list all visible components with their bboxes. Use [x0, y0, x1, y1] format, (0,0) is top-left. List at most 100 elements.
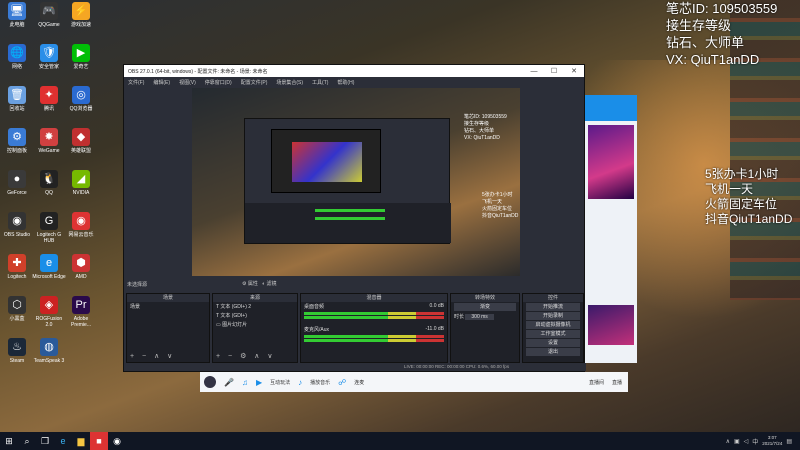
- notification-icon[interactable]: ▤: [786, 438, 792, 445]
- desktop-icon[interactable]: ⬡ 小黑盒: [0, 296, 34, 322]
- livebar-item[interactable]: 直播间: [589, 379, 604, 386]
- livebar-item[interactable]: 直播: [612, 379, 628, 386]
- edge-icon[interactable]: e: [54, 432, 72, 450]
- live-companion-window[interactable]: [585, 95, 637, 363]
- obs-window[interactable]: OBS 27.0.1 (64-bit, windows) - 配置文件: 未命名…: [123, 64, 586, 372]
- scene-item[interactable]: 场景: [127, 302, 209, 311]
- nested-meter: [315, 209, 385, 212]
- desktop-icon-glyph: e: [40, 254, 58, 272]
- tray-chevron-icon[interactable]: ∧: [726, 438, 730, 445]
- properties-button[interactable]: 属性: [248, 281, 258, 287]
- studio-mode-button[interactable]: 工作室模式: [526, 330, 580, 338]
- menu-scene-collection[interactable]: 场景集合(S): [276, 79, 303, 86]
- mic-icon[interactable]: 🎤: [224, 378, 234, 387]
- desktop-icon[interactable]: ◢ NVIDIA: [64, 170, 98, 196]
- desktop-icon[interactable]: ✸ WeGame: [32, 128, 66, 154]
- source-controls[interactable]: + − ⚙ ∧ ∨: [216, 352, 275, 360]
- desktop-icon[interactable]: ◍ TeamSpeak 3: [32, 338, 66, 364]
- source-item[interactable]: T 文本 (GDI+): [213, 311, 297, 320]
- desktop-icon[interactable]: ● GeForce: [0, 170, 34, 196]
- network-icon[interactable]: ▣: [734, 438, 740, 445]
- minimize-icon[interactable]: —: [524, 68, 544, 75]
- play-icon[interactable]: ▶: [256, 378, 262, 387]
- preview-line: 火箭固定车位: [482, 206, 513, 212]
- exit-button[interactable]: 退出: [526, 348, 580, 356]
- desktop-icon[interactable]: Pr Adobe Premie...: [64, 296, 98, 328]
- desktop-icon[interactable]: ▶ 爱奇艺: [64, 44, 98, 70]
- settings-button[interactable]: 设置: [526, 339, 580, 347]
- mixer-dock-title: 混音器: [301, 294, 447, 302]
- maximize-icon[interactable]: ☐: [544, 67, 564, 75]
- desktop-icon[interactable]: ◎ QQ浏览器: [64, 86, 98, 112]
- menu-view[interactable]: 视图(V): [179, 79, 196, 86]
- desktop-icon-glyph: ◆: [72, 128, 90, 146]
- desktop-icon-label: 安全管家: [38, 64, 59, 70]
- close-icon[interactable]: ✕: [564, 67, 584, 75]
- clock-date: 2021/7/24: [762, 441, 783, 446]
- desktop-icon[interactable]: ◉ OBS Studio: [0, 212, 34, 238]
- desktop-icon-glyph: ◢: [72, 170, 90, 188]
- duration-input[interactable]: 300 ms: [465, 314, 494, 320]
- start-icon[interactable]: ⊞: [0, 432, 18, 450]
- volume-icon[interactable]: ◁: [744, 438, 749, 445]
- filters-button[interactable]: 滤镜: [266, 281, 276, 287]
- desktop-icon[interactable]: 🖥 此电脑: [0, 2, 34, 28]
- avatar[interactable]: [204, 376, 216, 388]
- menu-docks[interactable]: 停靠窗口(D): [205, 79, 232, 86]
- start-recording-button[interactable]: 开始录制: [526, 312, 580, 320]
- desktop-icon[interactable]: 🐧 QQ: [32, 170, 66, 196]
- desktop-icon-glyph: 🐧: [40, 170, 58, 188]
- track-name: 麦克风/Aux: [304, 327, 330, 333]
- app-icon[interactable]: ■: [90, 432, 108, 450]
- virtual-camera-button[interactable]: 启动虚拟摄像机: [526, 321, 580, 329]
- system-tray: ∧ ▣ ◁ 中 3:07 2021/7/24 ▤: [726, 435, 800, 447]
- desktop-icon[interactable]: ✚ Logitech: [0, 254, 34, 280]
- desktop-icon[interactable]: 🌐 网络: [0, 44, 34, 70]
- desktop-icon-glyph: ⚡: [72, 2, 90, 20]
- livebar-item[interactable]: 互动玩法: [270, 379, 290, 386]
- search-icon[interactable]: ⌕: [18, 432, 36, 450]
- desktop-icon-glyph: 🎮: [40, 2, 58, 20]
- audio-meter: [304, 335, 444, 338]
- desktop-icon[interactable]: 🎮 QQGame: [32, 2, 66, 28]
- preview-line: 5张办卡1小时: [482, 192, 513, 198]
- menu-profile[interactable]: 配置文件(P): [241, 79, 268, 86]
- filter-icon[interactable]: ◐: [262, 281, 265, 287]
- desktop-icon[interactable]: ✦ 腾讯: [32, 86, 66, 112]
- transition-select[interactable]: 渐变: [454, 303, 516, 311]
- desktop-icon[interactable]: 🗑 回收站: [0, 86, 34, 112]
- source-item[interactable]: T 文本 (GDI+) 2: [213, 302, 297, 311]
- desktop-icon[interactable]: ⬢ AMD: [64, 254, 98, 280]
- folder-icon[interactable]: ▆: [72, 432, 90, 450]
- desktop-icon[interactable]: ◆ 英雄联盟: [64, 128, 98, 154]
- music-icon[interactable]: ♪: [298, 378, 302, 387]
- desktop-icon[interactable]: 🛡 安全管家: [32, 44, 66, 70]
- menu-edit[interactable]: 编辑(E): [153, 79, 170, 86]
- source-item[interactable]: ▭ 图片幻灯片: [213, 320, 297, 329]
- link-icon[interactable]: ☍: [338, 378, 346, 387]
- livebar-item[interactable]: 连麦: [354, 379, 364, 386]
- start-streaming-button[interactable]: 开始推流: [526, 303, 580, 311]
- obs-preview[interactable]: 笔芯ID: 109503559 接生存等级 钻石、大师单 VX: QiuT1an…: [192, 88, 520, 276]
- desktop-icon[interactable]: e Microsoft Edge: [32, 254, 66, 280]
- gear-icon[interactable]: ⚙: [242, 281, 246, 287]
- desktop-icon[interactable]: ⚡ 游戏加速: [64, 2, 98, 28]
- clock[interactable]: 3:07 2021/7/24: [762, 435, 782, 447]
- menu-help[interactable]: 帮助(H): [337, 79, 354, 86]
- audio-icon[interactable]: ♫: [242, 378, 248, 387]
- livebar-item[interactable]: 播放音乐: [310, 379, 330, 386]
- desktop-icon[interactable]: ◉ 网易云音乐: [64, 212, 98, 238]
- desktop-icon[interactable]: ⚙ 控制面板: [0, 128, 34, 154]
- taskview-icon[interactable]: ❐: [36, 432, 54, 450]
- desktop-icon[interactable]: ◈ ROGFusion 2.0: [32, 296, 66, 328]
- obs-icon[interactable]: ◉: [108, 432, 126, 450]
- desktop-icon[interactable]: ♨ Steam: [0, 338, 34, 364]
- menu-file[interactable]: 文件(F): [128, 79, 144, 86]
- scene-controls[interactable]: + − ∧ ∨: [130, 352, 175, 360]
- desktop-icon-glyph: ♨: [8, 338, 26, 356]
- menu-tools[interactable]: 工具(T): [312, 79, 328, 86]
- desktop-icon[interactable]: G Logitech G HUB: [32, 212, 66, 244]
- ime-icon[interactable]: 中: [752, 437, 758, 446]
- desktop-icon-glyph: ◍: [40, 338, 58, 356]
- overlay-line: 接生存等级: [666, 18, 732, 33]
